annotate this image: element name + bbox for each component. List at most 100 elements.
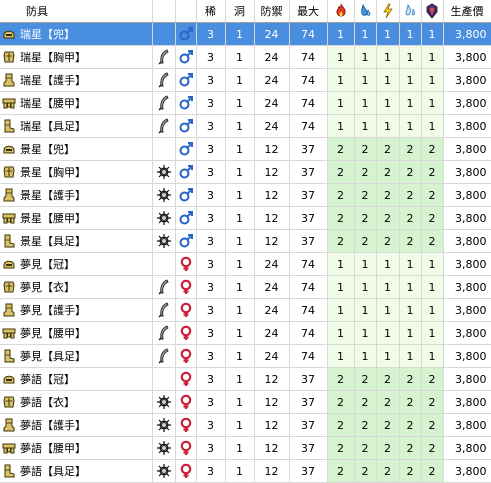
- header-gender[interactable]: [175, 0, 197, 23]
- max-defense-cell: 74: [289, 298, 328, 322]
- armor-name: 瑞星【護手】: [20, 74, 86, 87]
- fire-resistance-cell: 1: [327, 298, 355, 322]
- ice-resistance-cell: 2: [399, 229, 422, 253]
- armor-name: 景星【具足】: [20, 235, 86, 248]
- header-slots[interactable]: 洞: [225, 0, 255, 23]
- max-defense-cell: 37: [289, 137, 328, 161]
- weapon-type-cell: [152, 229, 176, 253]
- thunder-resistance-cell: 2: [376, 229, 400, 253]
- table-row[interactable]: 夢見【護手】 3 1 24 74 1 1 1 1 1 3,800: [0, 298, 491, 322]
- ice-resistance-cell: 1: [399, 68, 422, 92]
- header-defense[interactable]: 防禦: [254, 0, 290, 23]
- table-row[interactable]: 夢見【冠】 3 1 24 74 1 1 1 1 1 3,800: [0, 252, 491, 276]
- header-ice[interactable]: [399, 0, 422, 23]
- legs-armor-icon: [2, 119, 16, 133]
- thunder-resistance-cell: 2: [376, 137, 400, 161]
- rarity-cell: 3: [196, 321, 226, 345]
- table-row[interactable]: 夢見【腰甲】 3 1 24 74 1 1 1 1 1 3,800: [0, 321, 491, 345]
- table-row[interactable]: 瑞星【護手】 3 1 24 74 1 1 1 1 1 3,800: [0, 68, 491, 92]
- header-fire[interactable]: [327, 0, 355, 23]
- cost-cell: 3,800: [443, 321, 491, 345]
- table-row[interactable]: 夢見【具足】 3 1 24 74 1 1 1 1 1 3,800: [0, 344, 491, 368]
- male-symbol-icon: [178, 165, 194, 179]
- table-row[interactable]: 夢語【衣】 3 1 12 37 2 2 2 2 2 3,800: [0, 390, 491, 414]
- header-name[interactable]: 防具: [0, 0, 153, 23]
- armor-name-cell: 夢見【護手】: [0, 298, 153, 322]
- table-row[interactable]: 夢語【腰甲】 3 1 12 37 2 2 2 2 2 3,800: [0, 436, 491, 460]
- table-row[interactable]: 景星【胸甲】 3 1 12 37 2 2 2 2 2 3,800: [0, 160, 491, 184]
- fire-resistance-cell: 2: [327, 459, 355, 483]
- table-row[interactable]: 景星【兜】 3 1 12 37 2 2 2 2 2 3,800: [0, 137, 491, 161]
- header-thunder[interactable]: [376, 0, 400, 23]
- table-row[interactable]: 夢語【冠】 3 1 12 37 2 2 2 2 2 3,800: [0, 367, 491, 391]
- ice-resistance-cell: 2: [399, 160, 422, 184]
- ice-resistance-cell: 2: [399, 367, 422, 391]
- rarity-cell: 3: [196, 68, 226, 92]
- armor-name: 夢語【冠】: [20, 373, 75, 386]
- header-dragon[interactable]: [421, 0, 444, 23]
- header-cost[interactable]: 生產價: [443, 0, 491, 23]
- water-resistance-cell: 2: [354, 229, 377, 253]
- armor-name: 夢見【護手】: [20, 304, 86, 317]
- gunner-icon: [156, 395, 172, 409]
- table-row[interactable]: 景星【具足】 3 1 12 37 2 2 2 2 2 3,800: [0, 229, 491, 253]
- slots-cell: 1: [225, 390, 255, 414]
- header-max-defense[interactable]: 最大: [289, 0, 328, 23]
- header-rarity[interactable]: 稀: [196, 0, 226, 23]
- ice-resistance-cell: 1: [399, 321, 422, 345]
- rarity-cell: 3: [196, 459, 226, 483]
- gender-cell: [175, 321, 197, 345]
- armor-name: 景星【護手】: [20, 189, 86, 202]
- table-row[interactable]: 瑞星【兜】 3 1 24 74 1 1 1 1 1 3,800: [0, 22, 491, 46]
- table-row[interactable]: 景星【腰甲】 3 1 12 37 2 2 2 2 2 3,800: [0, 206, 491, 230]
- table-row[interactable]: 瑞星【胸甲】 3 1 24 74 1 1 1 1 1 3,800: [0, 45, 491, 69]
- slots-cell: 1: [225, 459, 255, 483]
- cost-cell: 3,800: [443, 390, 491, 414]
- gunner-icon: [156, 165, 172, 179]
- table-row[interactable]: 景星【護手】 3 1 12 37 2 2 2 2 2 3,800: [0, 183, 491, 207]
- defense-cell: 12: [254, 206, 290, 230]
- gender-cell: [175, 436, 197, 460]
- table-row[interactable]: 瑞星【具足】 3 1 24 74 1 1 1 1 1 3,800: [0, 114, 491, 138]
- table-row[interactable]: 夢見【衣】 3 1 24 74 1 1 1 1 1 3,800: [0, 275, 491, 299]
- weapon-type-cell: [152, 91, 176, 115]
- defense-cell: 24: [254, 45, 290, 69]
- table-row[interactable]: 夢語【具足】 3 1 12 37 2 2 2 2 2 3,800: [0, 459, 491, 483]
- rarity-cell: 3: [196, 275, 226, 299]
- fire-resistance-cell: 1: [327, 45, 355, 69]
- header-weapon-type[interactable]: [152, 0, 176, 23]
- slots-cell: 1: [225, 137, 255, 161]
- table-row[interactable]: 瑞星【腰甲】 3 1 24 74 1 1 1 1 1 3,800: [0, 91, 491, 115]
- gunner-icon: [156, 418, 172, 432]
- water-resistance-cell: 1: [354, 275, 377, 299]
- table-row[interactable]: 夢語【護手】 3 1 12 37 2 2 2 2 2 3,800: [0, 413, 491, 437]
- waist-armor-icon: [2, 211, 16, 225]
- header-water[interactable]: [354, 0, 377, 23]
- cost-cell: 3,800: [443, 68, 491, 92]
- gender-cell: [175, 137, 197, 161]
- slots-cell: 1: [225, 91, 255, 115]
- armor-name: 夢語【衣】: [20, 396, 75, 409]
- fire-resistance-cell: 2: [327, 390, 355, 414]
- gender-cell: [175, 22, 197, 46]
- gender-cell: [175, 298, 197, 322]
- rarity-cell: 3: [196, 390, 226, 414]
- weapon-type-cell: [152, 252, 176, 276]
- male-symbol-icon: [178, 27, 194, 41]
- max-defense-cell: 37: [289, 367, 328, 391]
- dragon-resistance-cell: 1: [421, 344, 444, 368]
- armor-list-grid[interactable]: 防具 稀 洞 防禦 最大 生產價 瑞星【兜】 3 1 24 74 1 1 1 1…: [0, 0, 491, 483]
- weapon-type-cell: [152, 298, 176, 322]
- armor-name: 景星【胸甲】: [20, 166, 86, 179]
- defense-cell: 24: [254, 91, 290, 115]
- female-symbol-icon: [178, 394, 194, 409]
- rarity-cell: 3: [196, 436, 226, 460]
- defense-cell: 24: [254, 275, 290, 299]
- gender-cell: [175, 114, 197, 138]
- female-symbol-icon: [178, 325, 194, 340]
- armor-name-cell: 夢語【具足】: [0, 459, 153, 483]
- water-resistance-cell: 2: [354, 413, 377, 437]
- defense-cell: 12: [254, 160, 290, 184]
- water-resistance-cell: 1: [354, 91, 377, 115]
- weapon-type-cell: [152, 206, 176, 230]
